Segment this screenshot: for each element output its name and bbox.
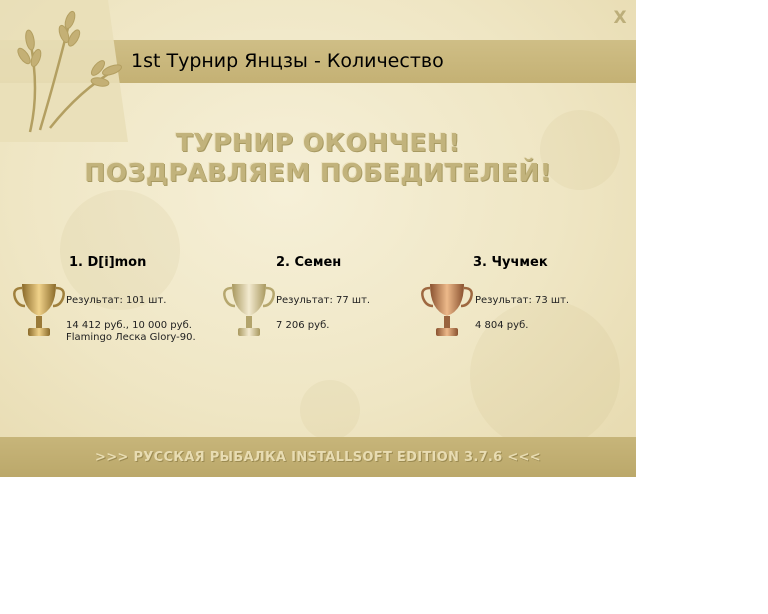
window-title: 1st Турнир Янцзы - Количество [131, 50, 444, 72]
silver-cup-icon [223, 284, 275, 336]
winner-name: 1. D[i]mon [69, 255, 147, 270]
winner-prize-item: Flamingo Леска Glory-90. [66, 332, 196, 343]
winner-result: Результат: 73 шт. [475, 295, 570, 306]
close-button[interactable]: X [611, 9, 629, 27]
tournament-results-window: 1st Турнир Янцзы - Количество X ТУРНИР О… [0, 0, 636, 477]
winner-result: Результат: 101 шт. [66, 295, 167, 306]
winner-prize: 7 206 руб. [276, 320, 330, 331]
tournament-over-heading: ТУРНИР ОКОНЧЕН! [175, 128, 461, 157]
winner-name: 2. Семен [276, 255, 342, 270]
winner-result: Результат: 77 шт. [276, 295, 371, 306]
background-blot [300, 380, 360, 440]
winner-prize: 4 804 руб. [475, 320, 529, 331]
bronze-cup-icon [421, 284, 473, 336]
winner-name: 3. Чучмек [473, 255, 548, 270]
wheat-logo-icon [0, 0, 128, 142]
background-blot [60, 190, 180, 310]
congratulations-heading: ПОЗДРАВЛЯЕМ ПОБЕДИТЕЛЕЙ! [84, 158, 552, 187]
game-version-label: >>> РУССКАЯ РЫБАЛКА INSTALLSOFT EDITION … [95, 450, 541, 465]
gold-cup-icon [13, 284, 65, 336]
winner-prize: 14 412 руб., 10 000 руб. [66, 320, 192, 331]
